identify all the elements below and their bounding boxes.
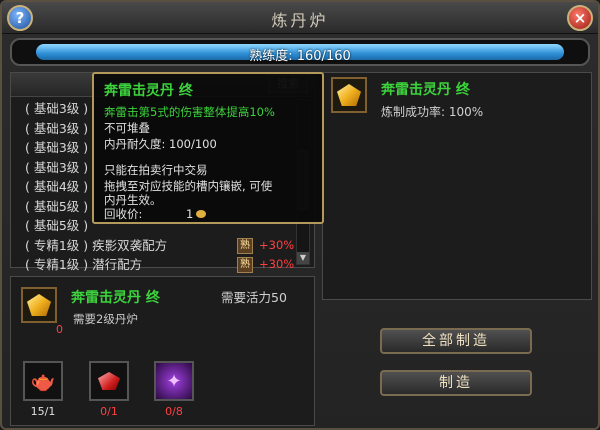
craft-button[interactable]: 制造	[380, 370, 532, 396]
teapot-icon: 🫖	[30, 369, 56, 393]
proficiency-bar: 熟练度: 160/160	[10, 38, 590, 66]
craft-all-button[interactable]: 全部制造	[380, 328, 532, 354]
result-pill-slot[interactable]	[331, 77, 367, 113]
close-button[interactable]: ×	[567, 5, 593, 31]
red-gem-box-icon	[98, 372, 120, 390]
material-count: 15/1	[30, 405, 56, 418]
recipe-detail-panel: 0 奔雷击灵丹 终 需要活力50 需要2级丹炉 🫖 15/1 0/1 ✦ 0/8	[10, 276, 315, 426]
recipe-pill-slot[interactable]	[21, 287, 57, 323]
material-slot[interactable]: ✦	[154, 361, 194, 401]
alchemy-furnace-window: ? 炼丹炉 × 熟练度: 160/160 搜索 ( 基础3级 ) ( 基础3级 …	[0, 0, 600, 430]
recipe-item-name: 奔雷击灵丹 终	[71, 290, 160, 306]
furnace-requirement: 需要2级丹炉	[73, 312, 138, 326]
golden-pill-icon	[337, 84, 361, 106]
recipe-name: ( 基础3级 )	[25, 159, 89, 175]
proficiency-badge: 熟	[237, 257, 253, 273]
tooltip-stack: 不可堆叠	[104, 121, 150, 135]
bonus-text: +30%	[259, 257, 295, 271]
proficiency-text: 熟练度: 160/160	[249, 49, 351, 64]
tooltip-recycle: 回收价: 1	[104, 206, 207, 222]
material-count: 0/8	[165, 405, 183, 418]
recipe-row[interactable]: ( 专精1级 ) 疾影双袭配方 熟 +30%	[17, 236, 295, 256]
recipe-name: ( 专精1级 ) 潜行配方	[25, 257, 143, 272]
recipe-name: ( 基础3级 )	[25, 101, 89, 116]
tooltip-effect: 奔雷击第5式的伤害整体提高10%	[104, 105, 275, 119]
recipe-row[interactable]: ( 专精1级 ) 潜行配方 熟 +30%	[17, 255, 295, 275]
material-slot[interactable]: 🫖	[23, 361, 63, 401]
material-count: 0/1	[100, 405, 118, 418]
scroll-down-icon[interactable]: ▼	[297, 252, 309, 264]
energy-requirement: 需要活力50	[221, 290, 287, 305]
golden-pill-icon	[27, 294, 51, 316]
coin-icon	[196, 210, 207, 218]
recipe-name: ( 基础5级 )	[25, 218, 89, 233]
proficiency-badge: 熟	[237, 237, 253, 254]
result-item-name: 奔雷击灵丹 终	[381, 82, 470, 98]
recycle-label: 回收价:	[104, 207, 143, 221]
recipe-name: ( 基础3级 )	[25, 120, 89, 136]
window-title: 炼丹炉	[271, 11, 329, 30]
purple-flame-icon: ✦	[166, 370, 182, 392]
tooltip-item-name: 奔雷击灵丹 终	[104, 83, 193, 99]
success-rate: 炼制成功率: 100%	[381, 105, 484, 119]
result-panel: 奔雷击灵丹 终 炼制成功率: 100%	[322, 72, 592, 300]
material-slot[interactable]	[89, 361, 129, 401]
recipe-name: ( 基础4级 )	[25, 179, 89, 194]
recycle-value: 1	[186, 207, 194, 221]
owned-count: 0	[56, 323, 63, 336]
tooltip-trade: 只能在拍卖行中交易	[104, 163, 208, 177]
recipe-name: ( 基础5级 )	[25, 198, 89, 214]
title-bar[interactable]: ? 炼丹炉 ×	[2, 2, 598, 34]
recipe-name: ( 基础3级 )	[25, 140, 89, 155]
item-tooltip: 奔雷击灵丹 终 奔雷击第5式的伤害整体提高10% 不可堆叠 内丹耐久度: 100…	[92, 72, 324, 224]
bonus-text: +30%	[259, 237, 295, 252]
tooltip-durability: 内丹耐久度: 100/100	[104, 137, 217, 151]
recipe-name: ( 专精1级 ) 疾影双袭配方	[25, 237, 168, 253]
